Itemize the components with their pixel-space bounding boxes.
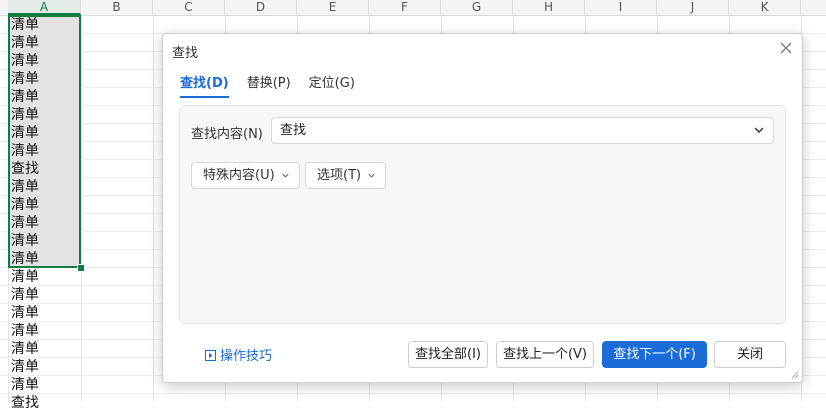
- chevron-down-icon: [282, 173, 289, 178]
- cell[interactable]: 清单: [8, 142, 80, 160]
- find-dialog: 查找 查找(D) 替换(P) 定位(G) 查找内容(N) 查找 特殊内容(U) …: [162, 33, 803, 383]
- find-label: 查找内容(N): [191, 127, 263, 142]
- grid-line: [81, 16, 82, 402]
- column-header-c[interactable]: C: [153, 0, 225, 15]
- grid-line: [153, 16, 154, 402]
- column-header-g[interactable]: G: [441, 0, 513, 15]
- find-prev-button[interactable]: 查找上一个(V): [496, 341, 594, 368]
- chevron-down-icon: [368, 173, 375, 178]
- dialog-title: 查找: [172, 46, 199, 61]
- cell[interactable]: 清单: [8, 268, 80, 286]
- cell[interactable]: 清单: [8, 250, 80, 268]
- cell[interactable]: 清单: [8, 70, 80, 88]
- column-header-h[interactable]: H: [513, 0, 585, 15]
- chevron-down-icon[interactable]: [753, 124, 765, 136]
- column-header-d[interactable]: D: [225, 0, 297, 15]
- column-header-j[interactable]: J: [657, 0, 729, 15]
- cell[interactable]: 清单: [8, 214, 80, 232]
- column-header-b[interactable]: B: [81, 0, 153, 15]
- cell[interactable]: 清单: [8, 196, 80, 214]
- cell[interactable]: 清单: [8, 34, 80, 52]
- cell[interactable]: 清单: [8, 286, 80, 304]
- column-header-k[interactable]: K: [729, 0, 801, 15]
- cell[interactable]: 清单: [8, 88, 80, 106]
- tab-find[interactable]: 查找(D): [180, 72, 229, 98]
- find-input-value: 查找: [280, 123, 307, 138]
- cell[interactable]: 清单: [8, 358, 80, 376]
- tab-replace[interactable]: 替换(P): [247, 72, 291, 98]
- dialog-tabs: 查找(D) 替换(P) 定位(G): [180, 72, 355, 98]
- options-dropdown[interactable]: 选项(T): [305, 162, 387, 189]
- find-input[interactable]: 查找: [271, 117, 774, 144]
- column-header-f[interactable]: F: [369, 0, 441, 15]
- close-button[interactable]: 关闭: [714, 341, 786, 368]
- tips-link[interactable]: 操作技巧: [205, 345, 272, 364]
- cell[interactable]: 查找: [8, 394, 80, 412]
- cell[interactable]: 清单: [8, 340, 80, 358]
- special-content-dropdown[interactable]: 特殊内容(U): [191, 162, 300, 189]
- fill-handle[interactable]: [77, 264, 85, 272]
- tab-goto[interactable]: 定位(G): [309, 72, 355, 98]
- close-icon[interactable]: [778, 40, 794, 56]
- grid-line: [0, 393, 826, 394]
- find-next-button[interactable]: 查找下一个(F): [602, 341, 707, 368]
- resize-grip-icon[interactable]: [791, 371, 799, 379]
- cell[interactable]: 清单: [8, 322, 80, 340]
- find-all-button[interactable]: 查找全部(I): [408, 341, 488, 368]
- find-panel: 查找内容(N) 查找 特殊内容(U) 选项(T): [179, 105, 786, 324]
- cell[interactable]: 清单: [8, 124, 80, 142]
- cell[interactable]: 清单: [8, 376, 80, 394]
- options-label: 选项(T): [317, 168, 362, 183]
- column-header-i[interactable]: I: [585, 0, 657, 15]
- play-box-icon: [205, 350, 216, 361]
- cell[interactable]: 清单: [8, 304, 80, 322]
- cell[interactable]: 清单: [8, 178, 80, 196]
- special-content-label: 特殊内容(U): [203, 168, 275, 183]
- cell[interactable]: 清单: [8, 16, 80, 34]
- column-header-a[interactable]: A: [8, 0, 81, 15]
- cell[interactable]: 清单: [8, 106, 80, 124]
- cell[interactable]: 清单: [8, 52, 80, 70]
- cell[interactable]: 查找: [8, 160, 80, 178]
- column-header-e[interactable]: E: [297, 0, 369, 15]
- cell[interactable]: 清单: [8, 232, 80, 250]
- tips-label: 操作技巧: [220, 349, 273, 364]
- column-header-row: A B C D E F G H I J K: [0, 0, 826, 16]
